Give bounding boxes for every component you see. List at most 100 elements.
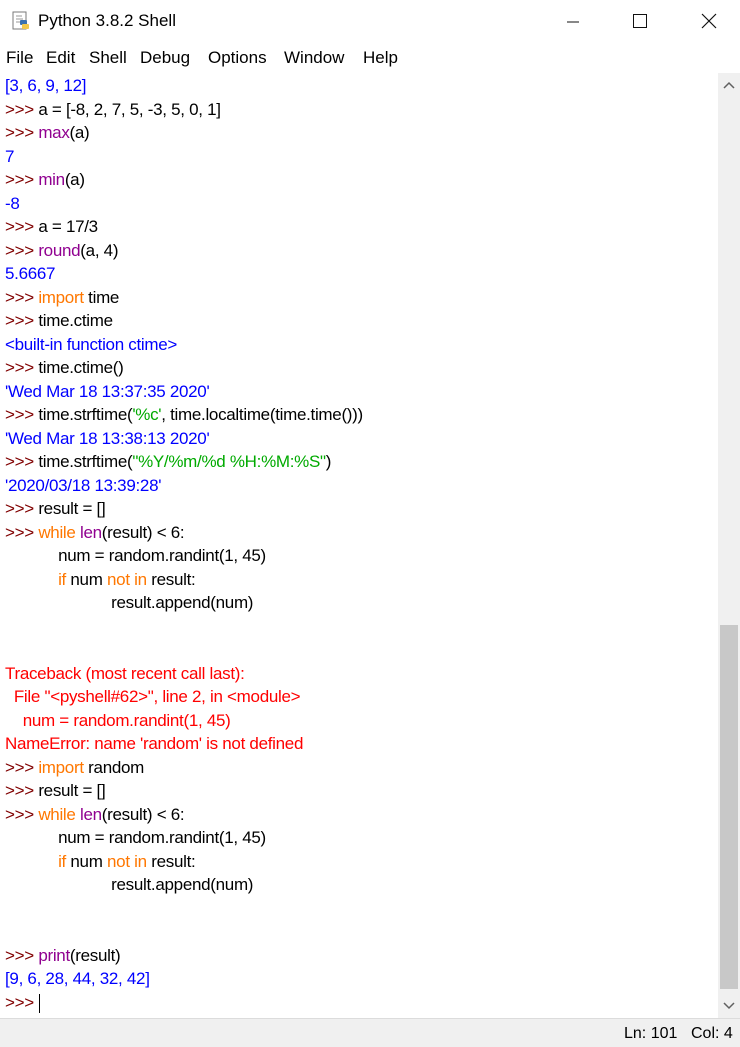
column-number-indicator: Col: 4 xyxy=(691,1025,733,1042)
code-token-keyword: if xyxy=(58,569,66,589)
code-token-default: time.ctime xyxy=(38,311,113,330)
code-token-builtin: len xyxy=(80,804,102,824)
shell-line: >>> round(a, 4) xyxy=(5,239,118,262)
shell-line: if num not in result: xyxy=(5,850,196,873)
shell-line: result.append(num) xyxy=(5,873,253,896)
code-token-builtin: min xyxy=(38,170,65,189)
menu-shell[interactable]: Shell xyxy=(89,48,127,68)
code-token-default xyxy=(5,570,58,589)
code-token-default: (result) < 6: xyxy=(101,522,185,542)
shell-line: num = random.randint(1, 45) xyxy=(5,544,266,567)
code-token-prompt: >>> xyxy=(5,358,39,377)
shell-line: 'Wed Mar 18 13:38:13 2020' xyxy=(5,427,210,450)
code-token-default: num xyxy=(65,569,108,589)
code-token-default: (result) < 6: xyxy=(101,804,185,824)
code-token-default xyxy=(5,852,58,871)
menu-file[interactable]: File xyxy=(6,48,33,68)
code-token-keyword: import xyxy=(38,757,84,777)
shell-line: result.append(num) xyxy=(5,591,253,614)
code-token-output: -8 xyxy=(5,193,20,213)
code-token-default: random xyxy=(83,757,145,777)
code-token-default: num xyxy=(65,851,108,871)
maximize-icon xyxy=(633,14,647,28)
code-token-output: <built-in function ctime> xyxy=(5,334,178,354)
chevron-up-icon xyxy=(723,81,735,89)
code-token-default: result: xyxy=(146,569,196,589)
code-token-prompt: >>> xyxy=(5,123,39,142)
menu-edit[interactable]: Edit xyxy=(46,48,75,68)
shell-line: 5.6667 xyxy=(5,262,56,285)
code-token-default: (a) xyxy=(69,123,90,142)
shell-line: 7 xyxy=(5,145,14,168)
vertical-scrollbar[interactable] xyxy=(718,73,740,1018)
code-token-default: , time.localtime(time.time())) xyxy=(161,405,363,424)
code-token-prompt: >>> xyxy=(5,945,39,965)
code-token-default: result.append(num) xyxy=(5,593,254,612)
shell-line: >>> a = [-8, 2, 7, 5, -3, 5, 0, 1] xyxy=(5,98,221,121)
shell-line: num = random.randint(1, 45) xyxy=(5,826,266,849)
code-token-default: (a, 4) xyxy=(80,240,119,260)
maximize-button[interactable] xyxy=(617,0,663,42)
code-token-prompt: >>> xyxy=(5,240,39,260)
code-token-prompt: >>> xyxy=(5,217,39,236)
code-token-default: a = [-8, 2, 7, 5, -3, 5, 0, 1] xyxy=(38,99,221,119)
code-token-prompt: >>> xyxy=(5,499,39,518)
code-token-prompt: >>> xyxy=(5,287,39,307)
shell-line: >>> while len(result) < 6: xyxy=(5,521,185,544)
code-token-default: (a) xyxy=(64,170,85,189)
code-token-keyword: import xyxy=(38,287,84,307)
code-token-builtin: max xyxy=(38,123,70,142)
code-token-default: a = 17/3 xyxy=(38,217,98,236)
code-token-keyword: while xyxy=(38,522,76,542)
shell-line: [3, 6, 9, 12] xyxy=(5,74,86,97)
code-token-default: time.ctime() xyxy=(38,358,124,377)
menu-debug[interactable]: Debug xyxy=(140,48,190,68)
close-icon xyxy=(701,13,717,29)
code-token-prompt: >>> xyxy=(5,452,39,471)
window-title: Python 3.8.2 Shell xyxy=(38,11,176,30)
menu-options[interactable]: Options xyxy=(208,48,267,68)
code-token-prompt: >>> xyxy=(5,804,39,824)
scrollbar-thumb[interactable] xyxy=(720,625,738,989)
shell-line: >>> print(result) xyxy=(5,944,121,967)
shell-line: >>> xyxy=(5,991,41,1014)
code-token-error: NameError: name 'random' is not defined xyxy=(5,734,304,753)
code-token-output: 'Wed Mar 18 13:37:35 2020' xyxy=(5,381,210,401)
shell-line: NameError: name 'random' is not defined xyxy=(5,732,303,755)
minimize-icon xyxy=(567,21,579,23)
code-token-default: num = random.randint(1, 45) xyxy=(5,546,266,565)
shell-line: >>> a = 17/3 xyxy=(5,215,98,238)
code-token-prompt: >>> xyxy=(5,992,39,1012)
menu-window[interactable]: Window xyxy=(284,48,344,68)
code-token-keyword: not in xyxy=(107,569,147,589)
code-token-default: result = [] xyxy=(38,781,106,800)
menu-help[interactable]: Help xyxy=(363,48,398,68)
shell-line: >>> time.strftime('%c', time.localtime(t… xyxy=(5,403,363,426)
shell-line: '2020/03/18 13:39:28' xyxy=(5,474,161,497)
code-token-output: 'Wed Mar 18 13:38:13 2020' xyxy=(5,428,210,448)
shell-line: >>> result = [] xyxy=(5,497,106,520)
scroll-down-button[interactable] xyxy=(718,994,740,1018)
status-bar: Ln: 101 Col: 4 xyxy=(0,1018,740,1047)
minimize-button[interactable] xyxy=(550,0,596,42)
shell-text-area[interactable]: [3, 6, 9, 12] >>> a = [-8, 2, 7, 5, -3, 5… xyxy=(0,73,718,1018)
code-token-default: result: xyxy=(146,851,196,871)
scroll-up-button[interactable] xyxy=(718,73,740,97)
code-token-prompt: >>> xyxy=(5,99,39,119)
title-bar[interactable]: Python 3.8.2 Shell xyxy=(0,0,740,42)
shell-line: File "<pyshell#62>", line 2, in <module> xyxy=(5,685,301,708)
code-token-builtin: print xyxy=(38,945,70,965)
code-token-default: time xyxy=(83,287,120,307)
code-token-keyword: if xyxy=(58,851,66,871)
close-button[interactable] xyxy=(686,0,732,42)
shell-line: [9, 6, 28, 44, 32, 42] xyxy=(5,967,150,990)
code-token-error: Traceback (most recent call last): xyxy=(5,663,245,683)
code-token-keyword: while xyxy=(38,804,76,824)
shell-line: Traceback (most recent call last): xyxy=(5,662,245,685)
code-token-output: [9, 6, 28, 44, 32, 42] xyxy=(5,969,150,988)
python-idle-icon xyxy=(12,11,29,30)
shell-line: >>> result = [] xyxy=(5,779,106,802)
code-token-prompt: >>> xyxy=(5,405,39,424)
code-token-string: '%c' xyxy=(132,405,162,424)
code-token-builtin: round xyxy=(38,240,81,260)
